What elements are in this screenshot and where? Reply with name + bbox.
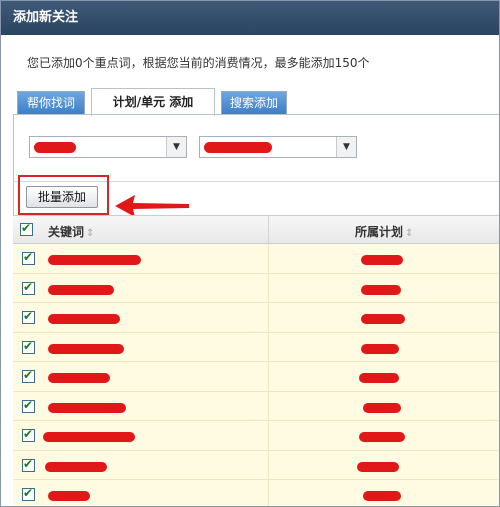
row-checkbox[interactable]: [22, 457, 35, 472]
cell-divider: [268, 362, 269, 391]
table-header: 关键词⇕ 所属计划⇕: [13, 215, 499, 245]
row-checkbox[interactable]: [22, 250, 35, 265]
row-checkbox[interactable]: [22, 427, 35, 442]
plan-cell-redacted: [357, 461, 399, 472]
sort-icon[interactable]: ⇕: [86, 228, 94, 239]
cell-divider: [268, 391, 269, 420]
cell-divider: [268, 421, 269, 450]
column-header-keyword-label: 关键词: [48, 225, 85, 239]
table-row[interactable]: [13, 391, 499, 421]
row-checkbox[interactable]: [22, 339, 35, 354]
select-all-checkbox[interactable]: [20, 221, 33, 236]
keyword-cell-redacted: [48, 255, 141, 265]
plan-cell-redacted: [363, 402, 401, 413]
plan-cell-redacted: [361, 255, 403, 265]
table-row[interactable]: [13, 421, 499, 451]
table-row[interactable]: [13, 480, 499, 506]
batch-add-button[interactable]: 批量添加: [26, 186, 98, 208]
cell-divider: [268, 480, 269, 506]
column-header-plan[interactable]: 所属计划 ⇕: [355, 223, 413, 240]
plan-cell-redacted: [361, 343, 399, 354]
keyword-cell-redacted: [48, 491, 90, 501]
plan-cell-redacted: [359, 373, 399, 383]
sort-icon[interactable]: ⇕: [405, 228, 413, 239]
unit-select-value-redacted: [204, 142, 272, 153]
dialog-title: 添加新关注: [1, 1, 499, 35]
keyword-cell-redacted: [48, 402, 126, 413]
column-header-keyword[interactable]: 关键词 ⇕: [48, 223, 94, 240]
tab-plan-unit-add[interactable]: 计划/单元 添加: [91, 88, 215, 116]
table-row[interactable]: [13, 332, 499, 362]
cell-divider: [268, 450, 269, 479]
column-divider: [268, 216, 269, 245]
keyword-cell-redacted: [43, 432, 135, 442]
column-header-plan-label: 所属计划: [355, 225, 404, 239]
unit-select[interactable]: ▼: [199, 136, 357, 158]
cell-divider: [268, 273, 269, 302]
cell-divider: [268, 303, 269, 332]
plan-cell-redacted: [361, 284, 401, 295]
plan-cell-redacted: [363, 491, 401, 501]
cell-divider: [268, 244, 269, 273]
chevron-down-icon[interactable]: ▼: [166, 137, 186, 157]
add-keyword-dialog: 添加新关注 您已添加0个重点词，根据您当前的消费情况，最多能添加150个 帮你找…: [0, 0, 500, 507]
row-checkbox[interactable]: [22, 486, 35, 501]
quota-info-text: 您已添加0个重点词，根据您当前的消费情况，最多能添加150个: [27, 56, 370, 70]
keyword-cell-redacted: [48, 314, 120, 324]
keyword-cell-redacted: [48, 343, 124, 354]
keyword-cell-redacted: [45, 461, 107, 472]
table-row[interactable]: [13, 303, 499, 333]
cell-divider: [268, 332, 269, 361]
plan-cell-redacted: [361, 314, 405, 324]
row-checkbox[interactable]: [22, 309, 35, 324]
tab-search-add[interactable]: 搜索添加: [221, 91, 287, 115]
keyword-cell-redacted: [48, 373, 110, 383]
row-checkbox[interactable]: [22, 368, 35, 383]
table-row[interactable]: [13, 450, 499, 480]
plan-select[interactable]: ▼: [29, 136, 187, 158]
table-row[interactable]: [13, 362, 499, 392]
table-row[interactable]: [13, 273, 499, 303]
tab-find-words[interactable]: 帮你找词: [17, 91, 85, 115]
row-checkbox[interactable]: [22, 280, 35, 295]
plan-select-value-redacted: [34, 142, 76, 153]
row-checkbox[interactable]: [22, 398, 35, 413]
chevron-down-icon[interactable]: ▼: [336, 137, 356, 157]
plan-cell-redacted: [359, 432, 405, 442]
keyword-table-body: [13, 244, 499, 506]
table-row[interactable]: [13, 244, 499, 274]
keyword-cell-redacted: [48, 284, 114, 295]
